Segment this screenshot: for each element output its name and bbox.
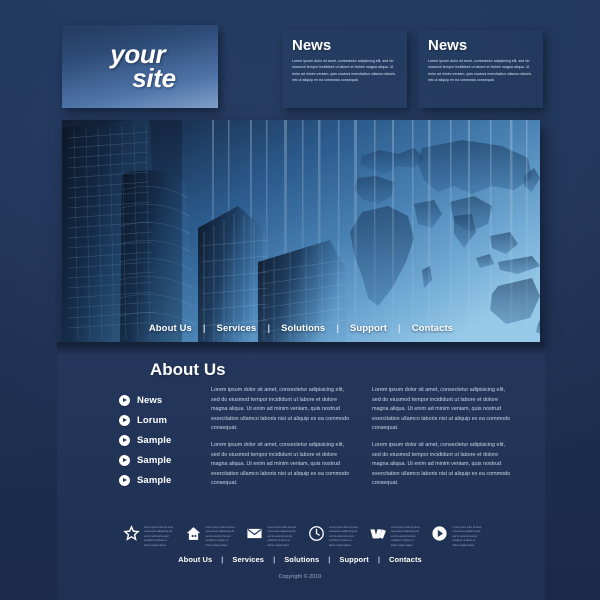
home-icon [184,524,203,543]
play-circle-icon [119,474,130,486]
footer-nav-services[interactable]: Services [232,555,264,564]
sidebar-item-label: Lorum [137,414,168,426]
feature-item-text: Lorem ipsum dolor sit amet, consectetur … [390,526,421,547]
footer-feature-list: Lorem ipsum dolor sit amet, consectetur … [122,524,482,548]
nav-separator: | [328,555,331,564]
sidebar-item-sample-3[interactable]: Sample [119,470,209,490]
feature-item-text: Lorem ipsum dolor sit amet, consectetur … [267,526,297,547]
nav-separator: | [267,323,271,334]
news-box-2-body: Lorem ipsum dolor sit amet, consectetur … [428,59,532,82]
footer-nav-about-us[interactable]: About Us [178,555,212,564]
hero-banner: About Us | Services | Solutions | Suppor… [62,120,540,342]
hero-nav-about-us[interactable]: About Us [149,323,192,334]
play-circle-icon [119,454,130,466]
news-box-1[interactable]: News Lorem ipsum dolor sit amet, consect… [282,30,407,108]
hero-nav-support[interactable]: Support [350,323,387,334]
hero-nav-contacts[interactable]: Contacts [412,323,453,334]
ribbon-icon [369,524,388,543]
nav-separator: | [336,323,339,334]
feature-item-envelope[interactable]: Lorem ipsum dolor sit amet, consectetur … [245,524,297,548]
nav-separator: | [398,323,401,334]
sidebar-item-sample-1[interactable]: Sample [119,430,209,450]
nav-separator: | [221,555,224,564]
sidebar-item-label: News [137,394,163,406]
text-column-2: Lorem ipsum dolor sit amet, consectetur … [372,386,511,496]
hero-nav-solutions[interactable]: Solutions [281,323,325,334]
clock-icon [307,524,326,543]
play-circle-icon [119,394,130,406]
feature-item-home[interactable]: Lorem ipsum dolor sit amet, consectetur … [184,524,236,548]
sidebar-item-sample-2[interactable]: Sample [119,450,209,470]
hero-artwork [62,120,540,342]
news-box-1-body: Lorem ipsum dolor sit amet, consectetur … [292,59,396,82]
sidebar-item-label: Sample [137,454,172,466]
hero-navigation: About Us | Services | Solutions | Suppor… [62,323,540,334]
site-logo[interactable]: your site [62,25,218,108]
feature-item-text: Lorem ipsum dolor sit amet, consectetur … [144,526,174,547]
feature-item-star[interactable]: Lorem ipsum dolor sit amet, consectetur … [122,524,174,548]
feature-item-text: Lorem ipsum dolor sit amet, consectetur … [329,526,359,547]
site-header: your site News Lorem ipsum dolor sit ame… [0,0,600,118]
logo-text: your site [104,41,176,93]
text-column-1: Lorem ipsum dolor sit amet, consectetur … [211,386,350,496]
website-template-page: your site News Lorem ipsum dolor sit ame… [0,0,600,600]
copyright-text: Copyright © 2010 [278,574,322,580]
paragraph: Lorem ipsum dolor sit amet, consectetur … [211,442,350,487]
sidebar-item-label: Sample [137,434,172,446]
feature-item-text: Lorem ipsum dolor sit amet, consectetur … [452,526,482,547]
sidebar-item-lorum[interactable]: Lorum [119,410,209,430]
feature-item-text: Lorem ipsum dolor sit amet, consectetur … [205,526,236,547]
body-text-columns: Lorem ipsum dolor sit amet, consectetur … [211,386,511,496]
sidebar-links: News Lorum Sample Sample Sample [119,390,209,490]
nav-separator: | [202,323,206,334]
footer-navigation: About Us | Services | Solutions | Suppor… [0,555,600,564]
news-box-2[interactable]: News Lorem ipsum dolor sit amet, consect… [418,30,543,108]
nav-separator: | [273,555,276,564]
play-circle-icon [119,414,130,426]
news-box-1-title: News [292,37,332,54]
footer-nav-support[interactable]: Support [339,555,368,564]
nav-separator: | [377,555,380,564]
star-icon [122,524,141,543]
envelope-icon [245,524,264,543]
feature-item-clock[interactable]: Lorem ipsum dolor sit amet, consectetur … [307,524,359,548]
paragraph: Lorem ipsum dolor sit amet, consectetur … [372,442,511,487]
feature-item-ribbon[interactable]: Lorem ipsum dolor sit amet, consectetur … [369,524,421,548]
play-circle-icon [119,434,130,446]
play-circle-icon [430,524,449,543]
sidebar-item-news[interactable]: News [119,390,209,410]
logo-line-2: site [132,62,176,93]
footer-nav-solutions[interactable]: Solutions [284,555,319,564]
footer-nav-contacts[interactable]: Contacts [389,555,422,564]
paragraph: Lorem ipsum dolor sit amet, consectetur … [211,387,350,432]
hero-nav-services[interactable]: Services [217,323,257,334]
feature-item-play[interactable]: Lorem ipsum dolor sit amet, consectetur … [430,524,482,548]
sidebar-item-label: Sample [137,474,172,486]
news-box-2-title: News [428,37,468,54]
paragraph: Lorem ipsum dolor sit amet, consectetur … [372,387,511,432]
page-title: About Us [150,360,226,379]
